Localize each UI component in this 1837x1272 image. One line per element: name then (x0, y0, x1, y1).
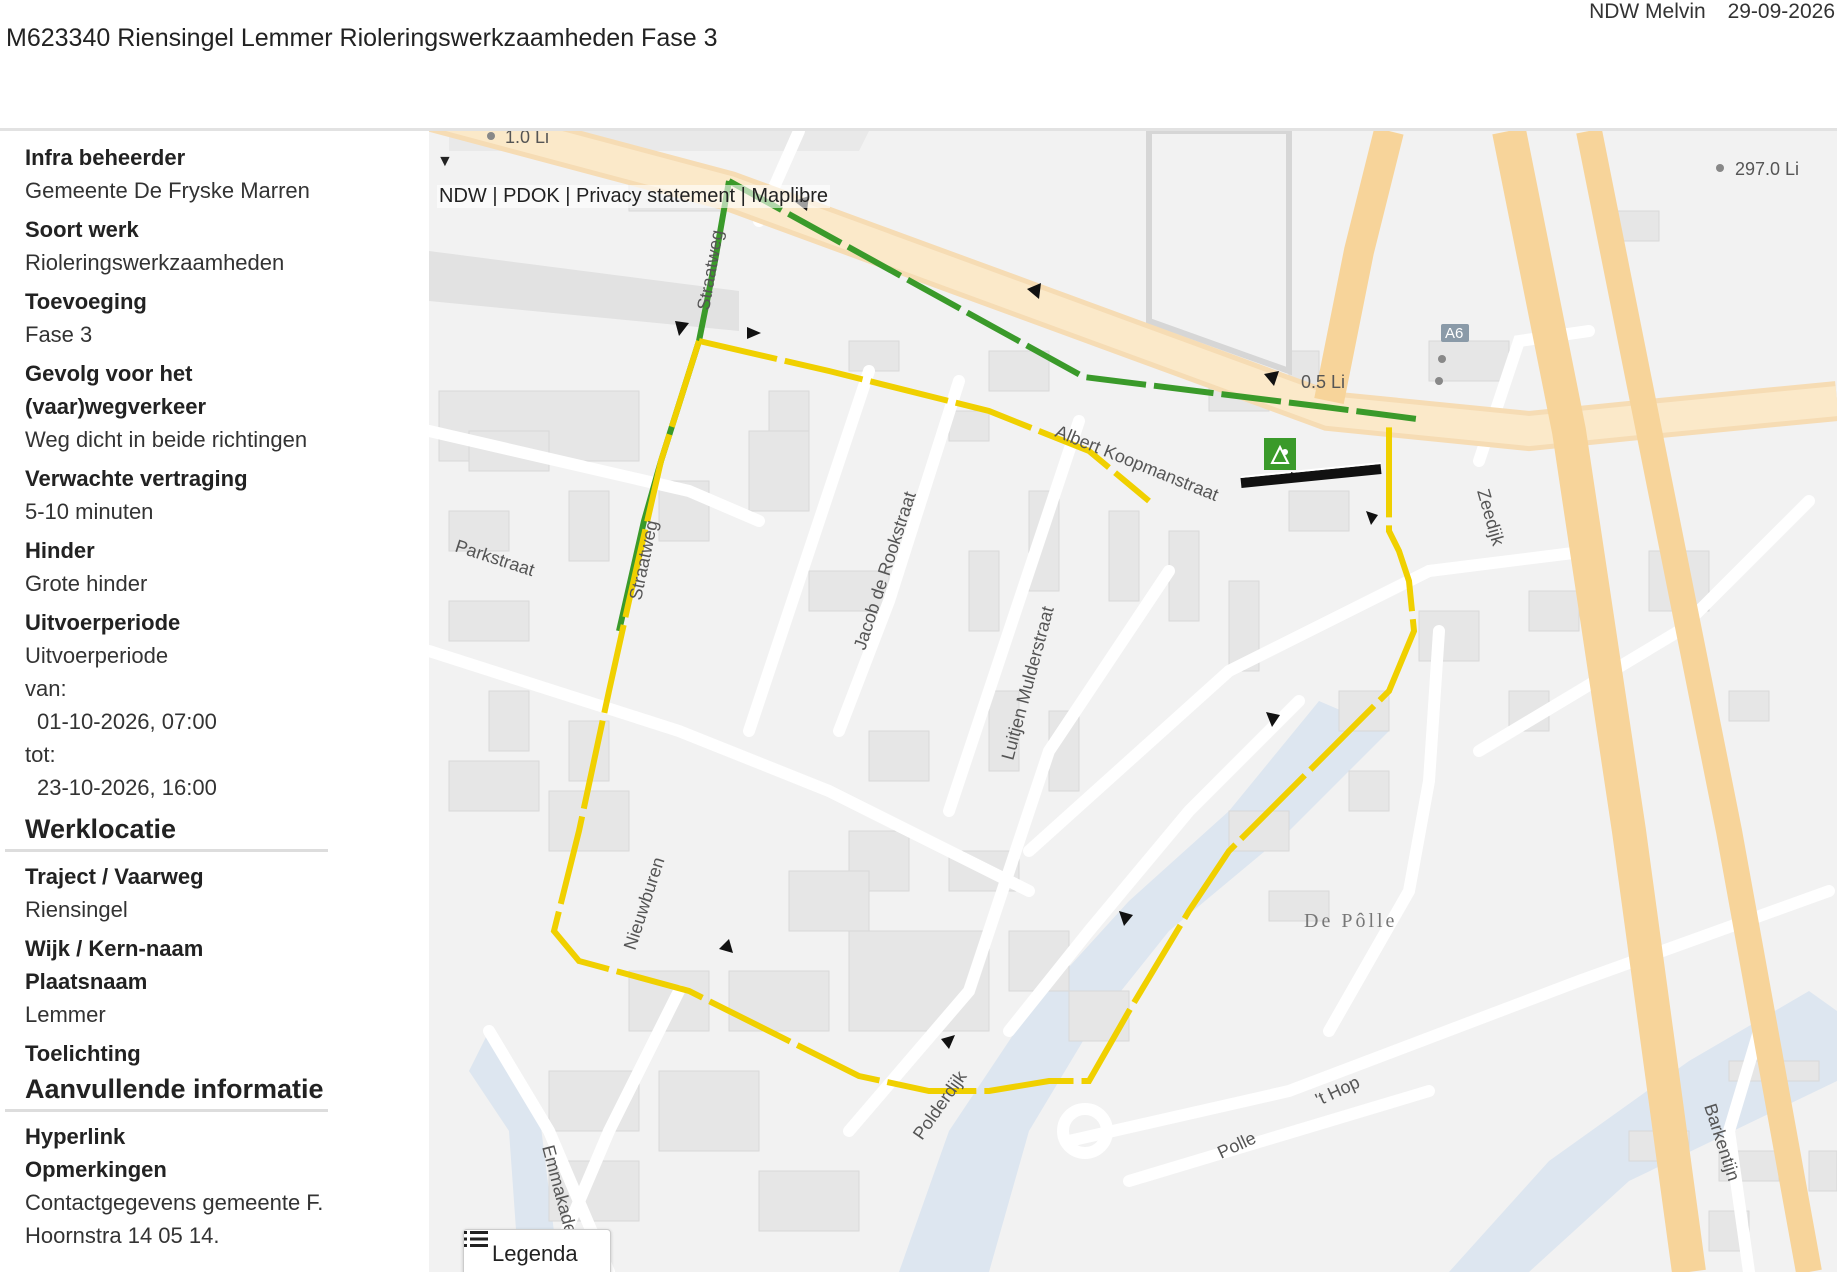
opmerkingen-value-2: Hoornstra 14 05 14. (25, 1223, 220, 1248)
km-marker-icon (1716, 164, 1724, 172)
tot-value: 23-10-2026, 16:00 (37, 775, 217, 800)
field-soort: Soort werk Rioleringswerkzaamheden (25, 213, 429, 279)
closure-segment (1240, 464, 1382, 488)
section-aanvullend: Aanvullende informatie (5, 1070, 328, 1112)
toevoeging-label: Toevoeging (25, 289, 147, 314)
opmerkingen-value-1: Contactgegevens gemeente F. (25, 1190, 324, 1215)
section-werklocatie: Werklocatie (5, 810, 328, 852)
label-km1: 1.0 Li (505, 131, 549, 147)
field-gevolg: Gevolg voor het (vaar)wegverkeer Weg dic… (25, 357, 429, 456)
zone-west (429, 251, 739, 331)
map-attribution[interactable]: NDW | PDOK | Privacy statement | Maplibr… (437, 185, 831, 208)
field-hinder: Hinder Grote hinder (25, 534, 429, 600)
label-straatweg-mid: Straatweg (625, 518, 661, 601)
roadwork-marker-icon[interactable] (1264, 438, 1296, 470)
field-toevoeging: Toevoeging Fase 3 (25, 285, 429, 351)
current-date: 29-09-2026 (1727, 0, 1835, 23)
toelichting-label: Toelichting (25, 1041, 141, 1066)
periode-label: Uitvoerperiode (25, 610, 181, 635)
km-marker-icon (487, 132, 495, 140)
gevolg-label-1: Gevolg voor het (25, 361, 193, 386)
field-traject: Traject / Vaarweg Riensingel (25, 860, 429, 926)
label-km3: 297.0 Li (1735, 159, 1799, 179)
toevoeging-value: Fase 3 (25, 322, 93, 347)
user-meta: NDW Melvin 29-09-2026 (1573, 0, 1835, 24)
field-wijk: Wijk / Kern-naam (25, 932, 429, 965)
map-canvas[interactable]: 1.0 Li 0.5 Li 297.0 Li A6 Straatweg Stra… (429, 131, 1837, 1272)
wijk-label: Wijk / Kern-naam (25, 936, 204, 961)
legend-label: Legenda (492, 1241, 578, 1266)
plaats-label: Plaatsnaam (25, 969, 148, 994)
header-bar: M623340 Riensingel Lemmer Rioleringswerk… (0, 0, 1837, 128)
infra-value: Gemeente De Fryske Marren (25, 178, 310, 203)
caret-down-icon[interactable]: ▼ (437, 153, 453, 171)
traject-value: Riensingel (25, 897, 128, 922)
user-name: NDW Melvin (1589, 0, 1706, 23)
plaats-value: Lemmer (25, 1002, 106, 1027)
page-title: M623340 Riensingel Lemmer Rioleringswerk… (6, 24, 718, 52)
tot-label: tot: (25, 742, 56, 767)
traject-label: Traject / Vaarweg (25, 864, 204, 889)
field-hyperlink: Hyperlink (25, 1120, 429, 1153)
km-marker-icon (1438, 355, 1446, 363)
field-plaats: Plaatsnaam Lemmer (25, 965, 429, 1031)
field-opmerkingen: Opmerkingen Contactgegevens gemeente F. … (25, 1153, 429, 1252)
vertraging-value: 5-10 minuten (25, 499, 154, 524)
hinder-label: Hinder (25, 538, 95, 563)
map-view[interactable]: 1.0 Li 0.5 Li 297.0 Li A6 Straatweg Stra… (429, 131, 1837, 1272)
soort-value: Rioleringswerkzaamheden (25, 250, 285, 275)
label-km2: 0.5 Li (1301, 372, 1345, 392)
label-polle: Polle (1214, 1128, 1259, 1163)
hinder-value: Grote hinder (25, 571, 148, 596)
hyperlink-label: Hyperlink (25, 1124, 126, 1149)
field-toelichting: Toelichting (25, 1037, 429, 1070)
label-nieuwburen: Nieuwburen (620, 855, 669, 953)
field-periode: Uitvoerperiode Uitvoerperiode van: 01-10… (25, 606, 429, 804)
field-vertraging: Verwachte vertraging 5-10 minuten (25, 462, 429, 528)
soort-label: Soort werk (25, 217, 139, 242)
gevolg-value: Weg dicht in beide richtingen (25, 427, 308, 452)
km-marker-icon (1435, 377, 1443, 385)
van-value: 01-10-2026, 07:00 (37, 709, 217, 734)
legend-button[interactable]: Legenda (463, 1229, 611, 1272)
label-a6: A6 (1445, 325, 1463, 342)
vertraging-label: Verwachte vertraging (25, 466, 248, 491)
van-label: van: (25, 676, 67, 701)
label-zeedijk: Zeedijk (1473, 487, 1508, 549)
gevolg-label-2: (vaar)wegverkeer (25, 394, 207, 419)
label-area: De Pôlle (1304, 910, 1397, 932)
infra-label: Infra beheerder (25, 145, 186, 170)
details-panel: Infra beheerder Gemeente De Fryske Marre… (0, 131, 429, 1272)
opmerkingen-label: Opmerkingen (25, 1157, 167, 1182)
field-infra: Infra beheerder Gemeente De Fryske Marre… (25, 141, 429, 207)
periode-value: Uitvoerperiode (25, 643, 169, 668)
